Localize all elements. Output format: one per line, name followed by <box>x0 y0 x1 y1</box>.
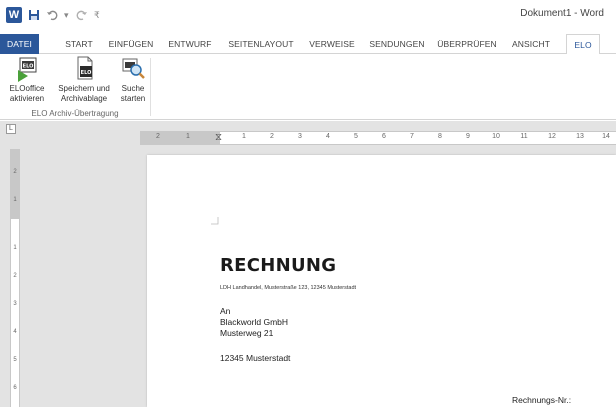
ribbon-elo: ELO ELOoffice aktivieren ELO Speichern u… <box>0 54 616 120</box>
search-start-label-1: Suche <box>121 84 145 93</box>
elo-activate-icon: ELO <box>18 57 37 82</box>
tab-entwurf[interactable]: ENTWURF <box>165 34 215 54</box>
tab-einfuegen[interactable]: EINFÜGEN <box>105 34 157 54</box>
recipient-line: Blackworld GmbH <box>220 317 289 327</box>
ruler-number: 2 <box>270 133 274 140</box>
tab-verweise[interactable]: VERWEISE <box>307 34 357 54</box>
document-heading: RECHNUNG <box>220 255 337 276</box>
elooffice-activate-button[interactable]: ELO ELOoffice aktivieren <box>4 56 50 104</box>
quick-access-toolbar: W ▾ ₹ <box>6 7 100 23</box>
ruler-number: 1 <box>242 133 246 140</box>
recipient-city: 12345 Musterstadt <box>220 353 291 363</box>
recipient-line: An <box>220 306 231 316</box>
ruler-number: 2 <box>13 169 17 175</box>
ruler-number: 12 <box>548 133 556 140</box>
ruler-number: 1 <box>186 133 190 140</box>
tab-selector-button[interactable]: L <box>6 124 16 134</box>
svg-text:ELO: ELO <box>23 64 34 70</box>
tab-start[interactable]: START <box>60 34 98 54</box>
invoice-number-label: Rechnungs-Nr.: <box>512 395 572 405</box>
search-start-icon <box>122 58 145 79</box>
vertical-ruler[interactable]: 2 1 1 2 3 4 5 6 <box>10 149 20 407</box>
word-app-icon[interactable]: W <box>6 7 22 23</box>
save-archive-label-1: Speichern und <box>58 84 110 93</box>
ribbon-group-label: ELO Archiv-Übertragung <box>31 109 119 118</box>
redo-icon[interactable] <box>76 9 88 21</box>
save-archive-icon: ELO <box>77 56 93 80</box>
ruler-number: 4 <box>326 133 330 140</box>
ruler-number: 14 <box>602 133 610 140</box>
ribbon-tab-row: DATEI START EINFÜGEN ENTWURF SEITENLAYOU… <box>0 34 616 55</box>
ruler-number: 3 <box>13 301 17 307</box>
window-title: Dokument1 - Word <box>520 8 604 19</box>
undo-dropdown-icon[interactable]: ▾ <box>64 7 70 23</box>
ruler-number: 2 <box>13 273 17 279</box>
indent-marker-icon[interactable]: ⧖ <box>215 132 222 144</box>
ruler-number: 1 <box>13 245 17 251</box>
ruler-number: 5 <box>13 357 17 363</box>
document-page[interactable]: RECHNUNG LDH Landhandel, Musterstraße 12… <box>147 155 616 407</box>
document-workspace: L 2 1 ⧖ 1 2 3 4 5 6 7 8 9 10 11 12 13 14… <box>0 121 616 407</box>
undo-icon[interactable] <box>46 9 58 21</box>
save-archive-label-2: Archivablage <box>60 94 108 103</box>
ruler-number: 2 <box>156 133 160 140</box>
ruler-number: 7 <box>410 133 414 140</box>
search-start-label-2: starten <box>120 94 146 103</box>
elooffice-activate-label-2: aktivieren <box>9 94 45 103</box>
ruler-number: 1 <box>13 197 17 203</box>
elooffice-activate-label-1: ELOoffice <box>9 84 45 93</box>
tab-seitenlayout[interactable]: SEITENLAYOUT <box>225 34 297 54</box>
ruler-number: 13 <box>576 133 584 140</box>
ruler-number: 11 <box>520 133 528 140</box>
ruler-top-margin <box>11 149 19 219</box>
ruler-number: 5 <box>354 133 358 140</box>
ribbon-group-separator <box>150 58 151 116</box>
tab-datei[interactable]: DATEI <box>0 34 39 54</box>
save-archive-button[interactable]: ELO Speichern und Archivablage <box>56 56 112 104</box>
save-icon[interactable] <box>28 9 40 21</box>
ruler-number: 10 <box>492 133 500 140</box>
ruler-number: 9 <box>466 133 470 140</box>
tab-elo[interactable]: ELO <box>566 34 600 55</box>
search-start-button[interactable]: Suche starten <box>116 56 150 104</box>
ruler-number: 8 <box>438 133 442 140</box>
title-bar: W ▾ ₹ Dokument1 - Word <box>0 0 616 30</box>
ruler-number: 3 <box>298 133 302 140</box>
customize-qat-icon[interactable]: ₹ <box>94 7 100 23</box>
tab-ansicht[interactable]: ANSICHT <box>507 34 555 54</box>
crop-mark-icon <box>211 217 219 225</box>
ruler-number: 4 <box>13 329 17 335</box>
tab-ueberpruefen[interactable]: ÜBERPRÜFEN <box>437 34 497 54</box>
recipient-line: Musterweg 21 <box>220 328 274 338</box>
horizontal-ruler[interactable]: 2 1 ⧖ 1 2 3 4 5 6 7 8 9 10 11 12 13 14 <box>140 131 616 145</box>
tab-sendungen[interactable]: SENDUNGEN <box>367 34 427 54</box>
ruler-number: 6 <box>382 133 386 140</box>
svg-text:ELO: ELO <box>81 70 92 76</box>
sender-line: LDH Landhandel, Musterstraße 123, 12345 … <box>220 285 357 291</box>
ruler-number: 6 <box>13 385 17 391</box>
